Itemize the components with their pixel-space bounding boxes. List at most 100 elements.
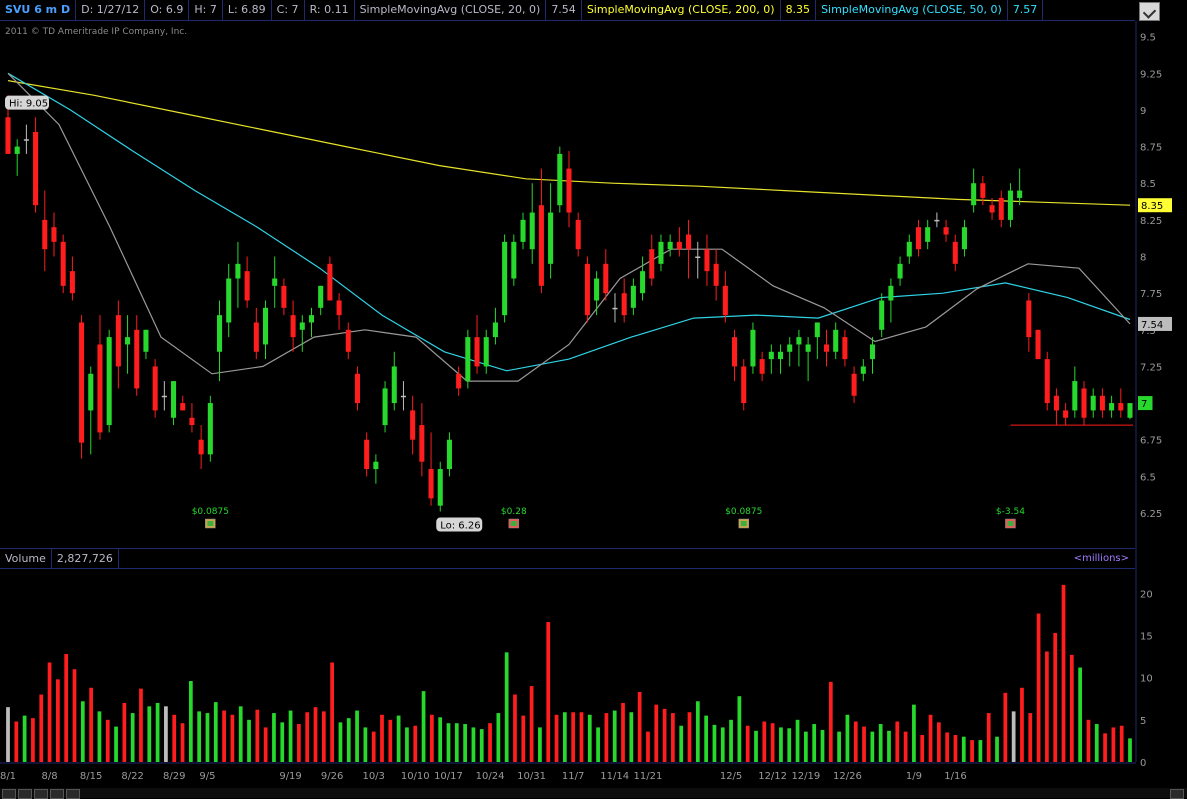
sma20-line [7,72,1131,382]
volume-bar [870,731,875,762]
volume-bar [330,662,335,762]
candle-body [189,417,195,426]
candle [354,366,361,411]
volume-value: 2,827,726 [52,549,119,568]
candle [658,234,664,272]
volume-bar [887,730,891,762]
dividend-label: $-3.54 [996,507,1025,517]
candle-body [998,197,1004,220]
candle-body [152,366,158,411]
volume-bar [479,729,484,762]
candle-body [575,219,581,250]
candle [787,337,793,367]
volume-bar [596,727,600,762]
volume-bar [629,712,634,762]
candle-body [272,278,278,286]
volume-bar [89,687,93,762]
candle-body [262,307,269,345]
volume-bar [953,735,958,762]
candle [502,234,508,323]
candle-body [207,403,213,455]
volume-bar [895,721,900,762]
candle-body [336,300,342,316]
date-tick-label: 10/17 [434,771,463,782]
date-tick-label: 8/15 [80,771,102,782]
price-tick-label: 9.5 [1140,33,1156,44]
candle-body [281,285,287,308]
candle-body [566,168,572,213]
candle-body [640,271,646,294]
volume-bar [671,713,675,762]
candle-body [235,263,241,279]
candle-body [971,183,977,206]
price-chart[interactable]: 9.59.2598.758.58.2587.757.57.2576.756.56… [0,0,1187,798]
volume-bar [621,702,625,762]
candle-body [483,337,489,367]
volume-bar [205,713,210,762]
date-tick-label: 12/5 [720,771,742,782]
volume-bar [247,719,251,762]
volume-bar [139,688,143,762]
volume-bar [1003,692,1008,762]
candle [934,212,940,228]
volume-bar [188,681,193,762]
volume-bar [712,724,717,762]
candle-body [180,403,186,411]
candle [483,329,489,374]
price-tick-label: 6.5 [1140,472,1156,483]
volume-bar [1086,719,1091,762]
candle-body [557,153,563,206]
candle [189,403,195,433]
volume-tick-label: 5 [1140,716,1146,727]
candle-body [851,373,857,396]
volume-bar [272,713,276,762]
candle [125,315,131,374]
candle [538,168,544,294]
candle [1063,403,1069,426]
price-badge-text: 7 [1141,399,1147,410]
volume-bar [662,708,667,762]
date-tick-label: 11/14 [600,771,629,782]
volume-bar [454,723,459,762]
candle [1118,388,1124,418]
candle [842,329,848,367]
volume-bar [862,726,866,762]
volume-bar [114,726,118,762]
price-tick-label: 8.25 [1140,216,1162,227]
candle [318,285,324,316]
volume-bar [513,694,517,762]
candle-body [115,315,121,367]
price-badge: 7.54 [1138,316,1172,331]
volume-bar [612,710,617,762]
candle-body [134,329,140,389]
candle [603,249,609,301]
volume-label: Volume [0,549,52,568]
candle-body [842,337,848,360]
candle [180,395,186,411]
price-badge: 7 [1138,396,1153,411]
volume-bar [920,735,925,762]
volume-bar [803,731,808,762]
candle [750,322,756,374]
candle-body [704,249,710,272]
volume-bar [180,723,185,762]
candle-body [79,322,85,443]
candle [971,168,977,213]
candle [235,241,241,308]
candle-body [419,425,425,462]
volume-bar [238,706,243,762]
volume-bar [587,714,592,762]
candle-body [1109,403,1115,411]
candle [1072,366,1078,418]
candle-body [1053,395,1059,411]
candle-body [23,139,29,141]
date-tick-label: 10/24 [476,771,505,782]
volume-bar [446,723,451,762]
candle [60,234,66,294]
price-badge: 8.35 [1138,198,1172,213]
candle-body [630,285,636,308]
volume-bar [172,714,177,762]
date-tick-label: 1/9 [906,771,922,782]
volume-bar [255,709,260,762]
candle-body [345,329,351,352]
